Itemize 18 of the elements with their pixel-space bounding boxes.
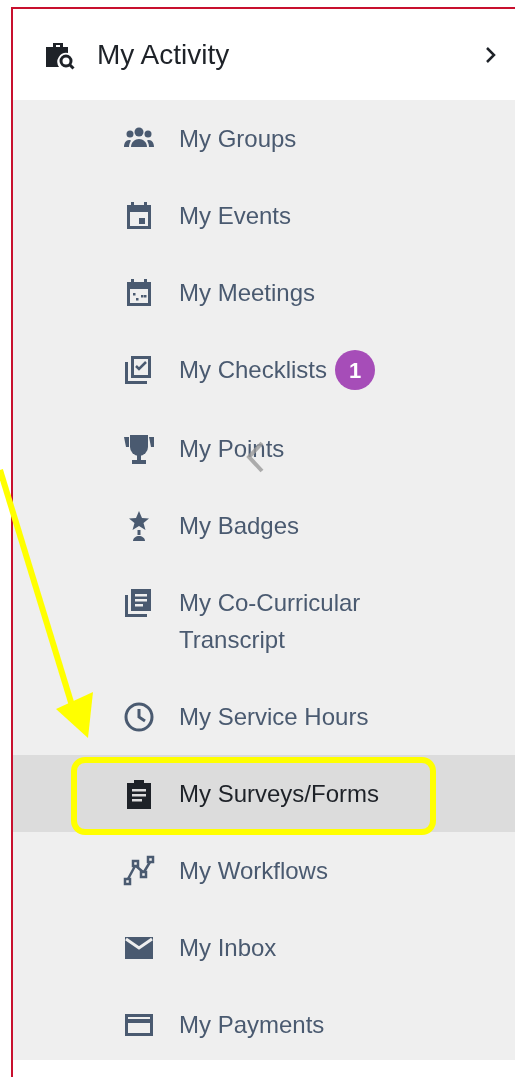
clock-icon (123, 701, 155, 733)
menu-item[interactable]: My Groups (13, 100, 515, 177)
menu-item[interactable]: My Service Hours (13, 678, 515, 755)
workflow-icon (123, 855, 155, 887)
menu-item[interactable]: My Payments (13, 986, 515, 1060)
trophy-icon (123, 433, 155, 465)
chevron-right-icon[interactable] (485, 45, 497, 64)
menu-item[interactable]: My Checklists 1 (13, 331, 515, 410)
menu-item[interactable]: My Inbox (13, 909, 515, 986)
menu-item[interactable]: My Workflows (13, 832, 515, 909)
menu-item[interactable]: My Surveys/Forms (13, 755, 515, 832)
menu-item[interactable]: My Badges (13, 487, 515, 564)
menu-item[interactable]: My Points (13, 410, 515, 487)
menu-item[interactable]: My Co-Curricular Transcript (13, 564, 515, 678)
count-badge: 1 (335, 350, 376, 390)
menu-item[interactable]: My Meetings (13, 254, 515, 331)
section-title: My Activity (97, 37, 231, 72)
menu-item[interactable]: My Events (13, 177, 515, 254)
